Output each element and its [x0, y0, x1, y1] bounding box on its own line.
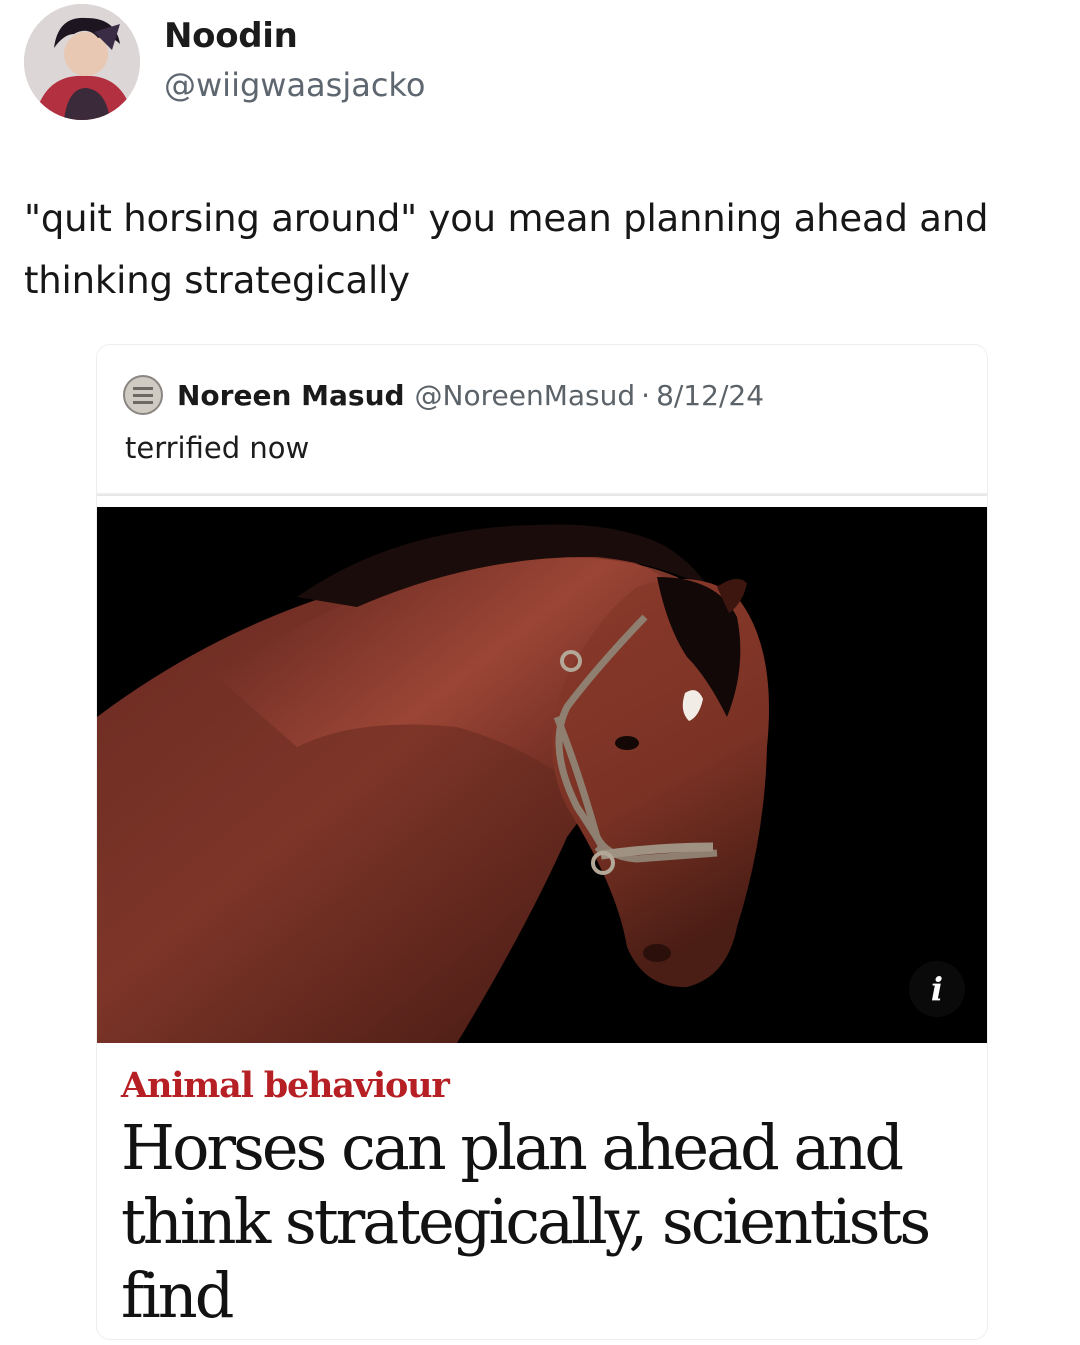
quoted-handle[interactable]: @NoreenMasud [415, 379, 636, 412]
avatar-illustration [24, 4, 140, 120]
quoted-display-name[interactable]: Noreen Masud [177, 379, 405, 412]
avatar[interactable] [24, 4, 140, 120]
quoted-date[interactable]: 8/12/24 [656, 379, 764, 412]
article-kicker[interactable]: Animal behaviour [121, 1065, 450, 1106]
handle[interactable]: @wiigwaasjacko [164, 66, 425, 104]
quoted-tweet-text: terrified now [125, 431, 310, 465]
quoted-avatar[interactable] [123, 375, 163, 415]
page: Noodin @wiigwaasjacko "quit horsing arou… [0, 0, 1080, 1345]
horse-image [97, 507, 987, 1043]
info-icon[interactable]: i [909, 961, 965, 1017]
quoted-tweet-header: Noreen Masud @NoreenMasud · 8/12/24 [123, 373, 764, 417]
display-name[interactable]: Noodin [164, 16, 298, 56]
article-image[interactable]: i [97, 507, 987, 1043]
dot-separator: · [641, 378, 651, 412]
divider [97, 493, 987, 496]
article-headline[interactable]: Horses can plan ahead and think strategi… [121, 1111, 971, 1333]
quoted-tweet-card[interactable]: Noreen Masud @NoreenMasud · 8/12/24 terr… [96, 344, 988, 1340]
tweet-text: "quit horsing around" you mean planning … [24, 197, 989, 302]
